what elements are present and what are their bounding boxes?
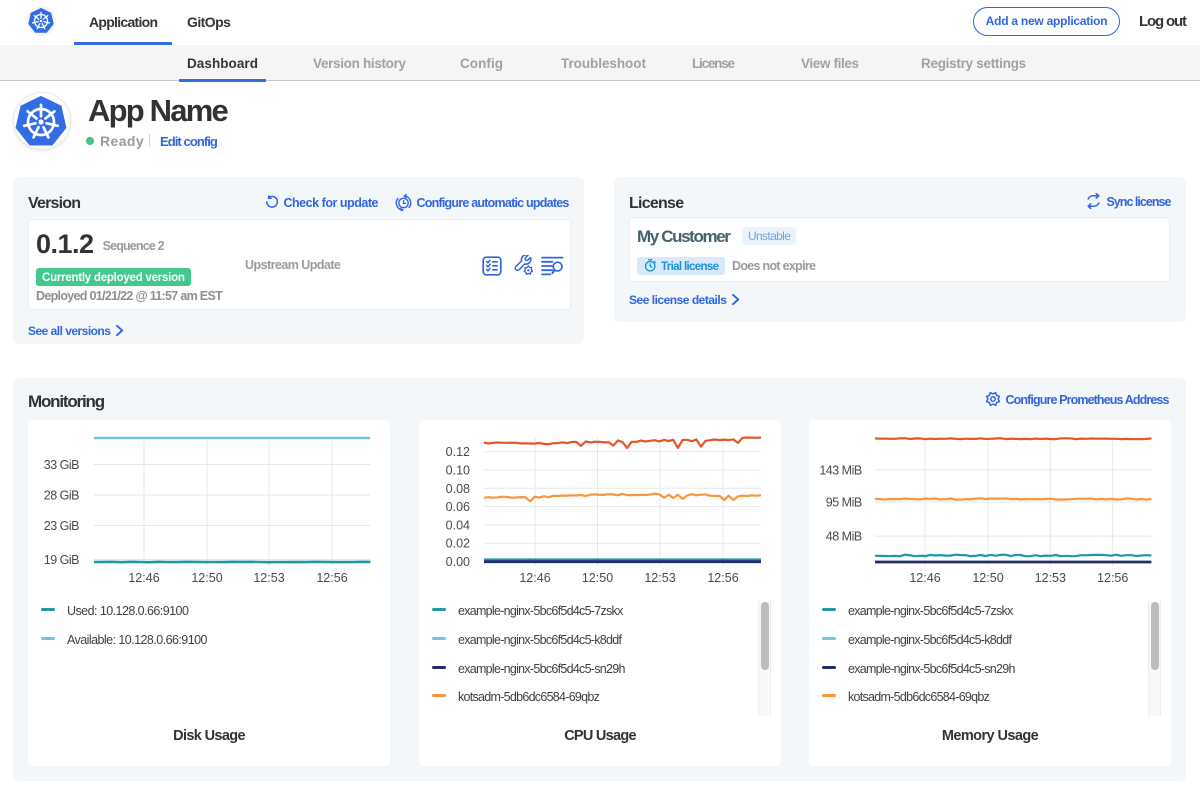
svg-text:12:56: 12:56 [1097, 571, 1128, 585]
svg-text:28 GiB: 28 GiB [44, 489, 79, 503]
svg-text:12:56: 12:56 [707, 571, 738, 585]
svg-text:23 GiB: 23 GiB [44, 519, 79, 533]
svg-text:0.12: 0.12 [446, 445, 470, 459]
svg-text:12:50: 12:50 [582, 571, 613, 585]
svg-text:0.10: 0.10 [446, 464, 470, 478]
svg-text:0.08: 0.08 [446, 482, 470, 496]
svg-text:48 MiB: 48 MiB [826, 530, 862, 544]
svg-text:143 MiB: 143 MiB [819, 463, 862, 477]
svg-text:12:53: 12:53 [644, 571, 675, 585]
svg-text:12:46: 12:46 [128, 571, 159, 585]
svg-text:12:53: 12:53 [253, 571, 284, 585]
svg-text:12:46: 12:46 [909, 571, 940, 585]
svg-text:0.06: 0.06 [446, 500, 470, 514]
svg-text:19 GiB: 19 GiB [44, 553, 79, 567]
svg-text:0.00: 0.00 [446, 555, 470, 569]
svg-text:0.04: 0.04 [446, 518, 470, 532]
svg-text:95 MiB: 95 MiB [826, 496, 862, 510]
svg-text:12:50: 12:50 [972, 571, 1003, 585]
svg-text:12:53: 12:53 [1035, 571, 1066, 585]
svg-text:0.02: 0.02 [446, 537, 470, 551]
svg-text:33 GiB: 33 GiB [44, 458, 79, 472]
svg-text:12:46: 12:46 [519, 571, 550, 585]
svg-text:12:56: 12:56 [316, 571, 347, 585]
svg-text:12:50: 12:50 [191, 571, 222, 585]
